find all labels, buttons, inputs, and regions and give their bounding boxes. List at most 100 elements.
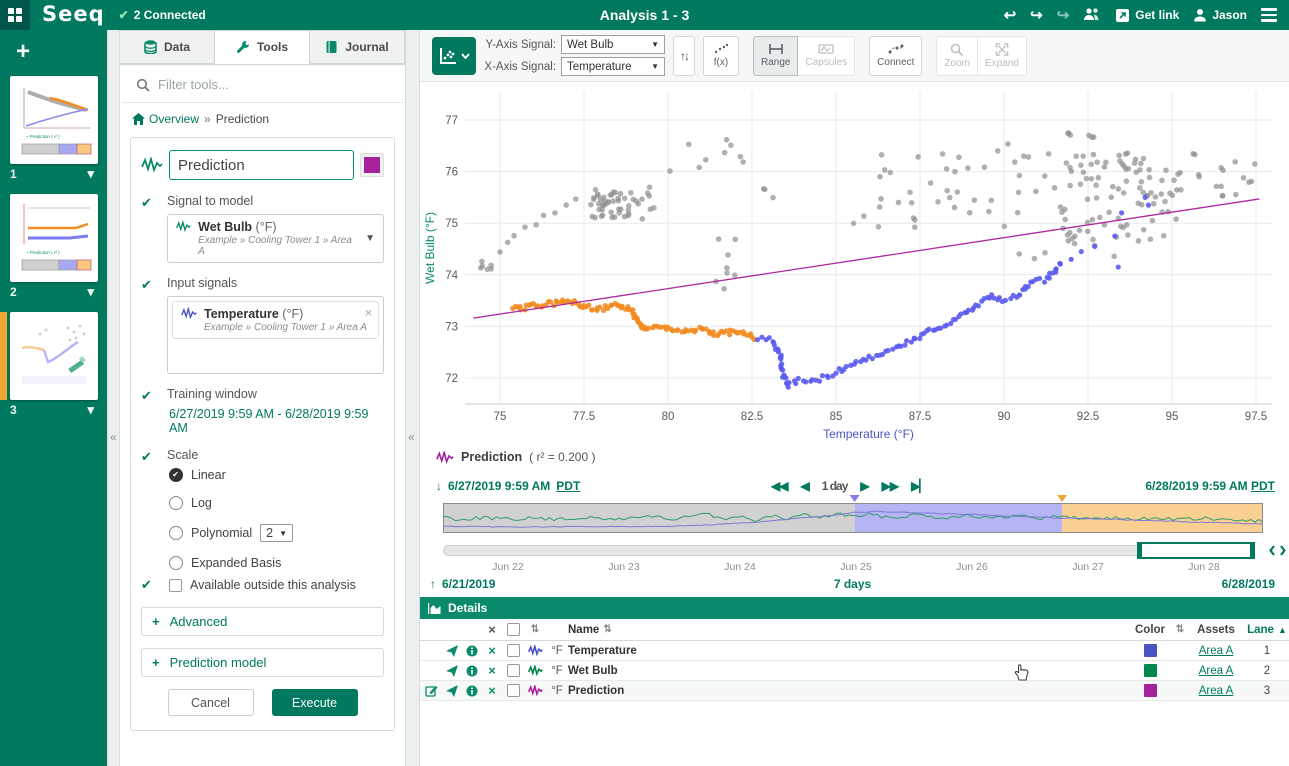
- reset-range-icon[interactable]: [1269, 542, 1286, 562]
- chevron-down-icon[interactable]: ▾: [87, 284, 94, 300]
- row-checkbox[interactable]: [502, 664, 524, 677]
- scatter-chart[interactable]: 7273747576777577.58082.58587.59092.59597…: [420, 82, 1289, 444]
- radio-icon[interactable]: [169, 556, 183, 570]
- tab-journal[interactable]: Journal: [310, 30, 405, 64]
- details-row-prediction[interactable]: ×°FPredictionArea A3: [420, 681, 1289, 701]
- remove-signal-icon[interactable]: ×: [365, 306, 372, 320]
- color-cell[interactable]: [1127, 684, 1173, 697]
- tool-name-input[interactable]: [169, 150, 354, 180]
- send-icon[interactable]: [442, 685, 462, 697]
- range-end[interactable]: 6/28/2019 9:59 AM PDT: [1145, 479, 1275, 493]
- home-breadcrumb[interactable]: Overview: [132, 112, 199, 126]
- signal-name[interactable]: Temperature: [568, 645, 1127, 657]
- scale-option-expanded-basis[interactable]: Expanded Basis: [169, 556, 384, 570]
- rail-divider[interactable]: «: [107, 30, 120, 766]
- redo-button[interactable]: ↪: [1030, 8, 1043, 23]
- scale-option-log[interactable]: Log: [169, 496, 384, 510]
- remove-all-icon[interactable]: ×: [488, 623, 496, 636]
- panel-divider[interactable]: «: [405, 30, 420, 766]
- radio-icon[interactable]: [169, 526, 183, 540]
- input-signals-list[interactable]: Temperature (°F) Example » Cooling Tower…: [167, 296, 384, 374]
- y-axis-signal-select[interactable]: Wet Bulb ▼: [561, 35, 665, 54]
- color-picker-button[interactable]: [360, 153, 384, 177]
- remove-icon[interactable]: ×: [482, 664, 502, 677]
- users-icon[interactable]: [1083, 7, 1101, 24]
- connection-status[interactable]: ✔ 2 Connected: [119, 8, 206, 22]
- investigate-duration[interactable]: 7 days: [430, 577, 1275, 591]
- prediction-legend[interactable]: Prediction ( r² = 0.200 ): [436, 450, 595, 464]
- send-icon[interactable]: [442, 645, 462, 657]
- radio-selected-icon[interactable]: [169, 468, 183, 482]
- worksheet-1-preview[interactable]: ~ Prediction ( r² ): [10, 76, 98, 164]
- scrollbar-selection-handle[interactable]: [1137, 542, 1255, 559]
- tab-data[interactable]: Data: [120, 30, 215, 64]
- chevron-down-icon[interactable]: ▾: [87, 166, 94, 182]
- input-signal-item[interactable]: Temperature (°F) Example » Cooling Tower…: [172, 301, 379, 339]
- redo-all-button[interactable]: ↪: [1057, 8, 1070, 23]
- details-row-temperature[interactable]: ×°FTemperatureArea A1: [420, 641, 1289, 661]
- investigate-end[interactable]: 6/28/2019: [1222, 577, 1275, 591]
- range-start[interactable]: ↓ 6/27/2019 9:59 AM PDT: [436, 479, 580, 493]
- remove-icon[interactable]: ×: [482, 684, 502, 697]
- signal-name[interactable]: Prediction: [568, 685, 1127, 697]
- timeline-strip[interactable]: [443, 503, 1263, 533]
- filter-tools-search[interactable]: [122, 65, 403, 103]
- scale-option-polynomial[interactable]: Polynomial 2 ▼: [169, 524, 384, 542]
- tab-tools[interactable]: Tools: [215, 30, 310, 64]
- color-cell[interactable]: [1127, 644, 1173, 657]
- send-icon[interactable]: [442, 665, 462, 677]
- timezone-link[interactable]: PDT: [556, 479, 580, 493]
- scrollbar-track[interactable]: [443, 545, 1255, 556]
- collapse-left-icon[interactable]: «: [110, 430, 117, 444]
- select-all-checkbox[interactable]: [507, 623, 520, 636]
- connect-button[interactable]: Connect: [869, 36, 922, 76]
- asset-link[interactable]: Area A: [1187, 645, 1245, 657]
- worksheet-2-preview[interactable]: ~ Prediction ( r² ): [10, 194, 98, 282]
- execute-button[interactable]: Execute: [272, 689, 358, 716]
- user-menu[interactable]: Jason: [1193, 8, 1247, 22]
- polynomial-degree-select[interactable]: 2 ▼: [260, 524, 293, 542]
- app-grid-button[interactable]: [0, 0, 30, 30]
- assets-column-header[interactable]: Assets: [1187, 624, 1245, 636]
- x-axis-signal-select[interactable]: Temperature ▼: [561, 57, 665, 76]
- sort-icon[interactable]: ⇅: [1176, 624, 1184, 635]
- step-forward-button[interactable]: ▶: [860, 479, 868, 493]
- lane-column-header[interactable]: Lane ▲: [1245, 624, 1289, 636]
- row-checkbox[interactable]: [502, 684, 524, 697]
- fx-button[interactable]: f(x): [703, 36, 739, 76]
- get-link-button[interactable]: Get link: [1115, 8, 1179, 23]
- step-back-full-button[interactable]: ◀◀: [771, 479, 787, 493]
- hamburger-menu-button[interactable]: [1261, 8, 1277, 22]
- details-panel-header[interactable]: Details: [420, 597, 1289, 619]
- scale-option-linear[interactable]: Linear: [169, 468, 384, 482]
- chart-type-button[interactable]: [432, 37, 476, 75]
- row-checkbox[interactable]: [502, 644, 524, 657]
- filter-tools-input[interactable]: [158, 77, 391, 92]
- signal-to-model-select[interactable]: Wet Bulb (°F) Example » Cooling Tower 1 …: [167, 214, 384, 263]
- worksheet-3-preview[interactable]: [10, 312, 98, 400]
- name-column-header[interactable]: Name ⇅: [568, 624, 1127, 636]
- info-icon[interactable]: [462, 685, 482, 697]
- signal-name[interactable]: Wet Bulb: [568, 665, 1127, 677]
- radio-icon[interactable]: [169, 496, 183, 510]
- collapse-left-icon[interactable]: «: [408, 430, 415, 444]
- asset-link[interactable]: Area A: [1187, 685, 1245, 697]
- details-row-wet-bulb[interactable]: ×°FWet BulbArea A2: [420, 661, 1289, 681]
- color-column-header[interactable]: Color: [1127, 624, 1173, 636]
- sort-icon[interactable]: ⇅: [603, 624, 611, 635]
- advanced-section-toggle[interactable]: + Advanced: [141, 607, 384, 636]
- training-window-range[interactable]: 6/27/2019 9:59 AM - 6/28/2019 9:59 AM: [167, 407, 384, 435]
- available-outside-row[interactable]: Available outside this analysis: [169, 578, 384, 592]
- info-icon[interactable]: [462, 645, 482, 657]
- step-forward-full-button[interactable]: ▶▶: [882, 479, 898, 493]
- step-to-end-button[interactable]: ▶▏: [911, 479, 927, 493]
- new-worksheet-button[interactable]: +: [10, 38, 36, 66]
- prediction-model-section-toggle[interactable]: + Prediction model: [141, 648, 384, 677]
- step-back-button[interactable]: ◀: [800, 479, 808, 493]
- step-size-label[interactable]: 1 day: [822, 479, 848, 493]
- range-button[interactable]: Range: [753, 36, 798, 76]
- remove-icon[interactable]: ×: [482, 644, 502, 657]
- info-icon[interactable]: [462, 665, 482, 677]
- timezone-link[interactable]: PDT: [1251, 479, 1275, 493]
- cancel-button[interactable]: Cancel: [168, 689, 254, 716]
